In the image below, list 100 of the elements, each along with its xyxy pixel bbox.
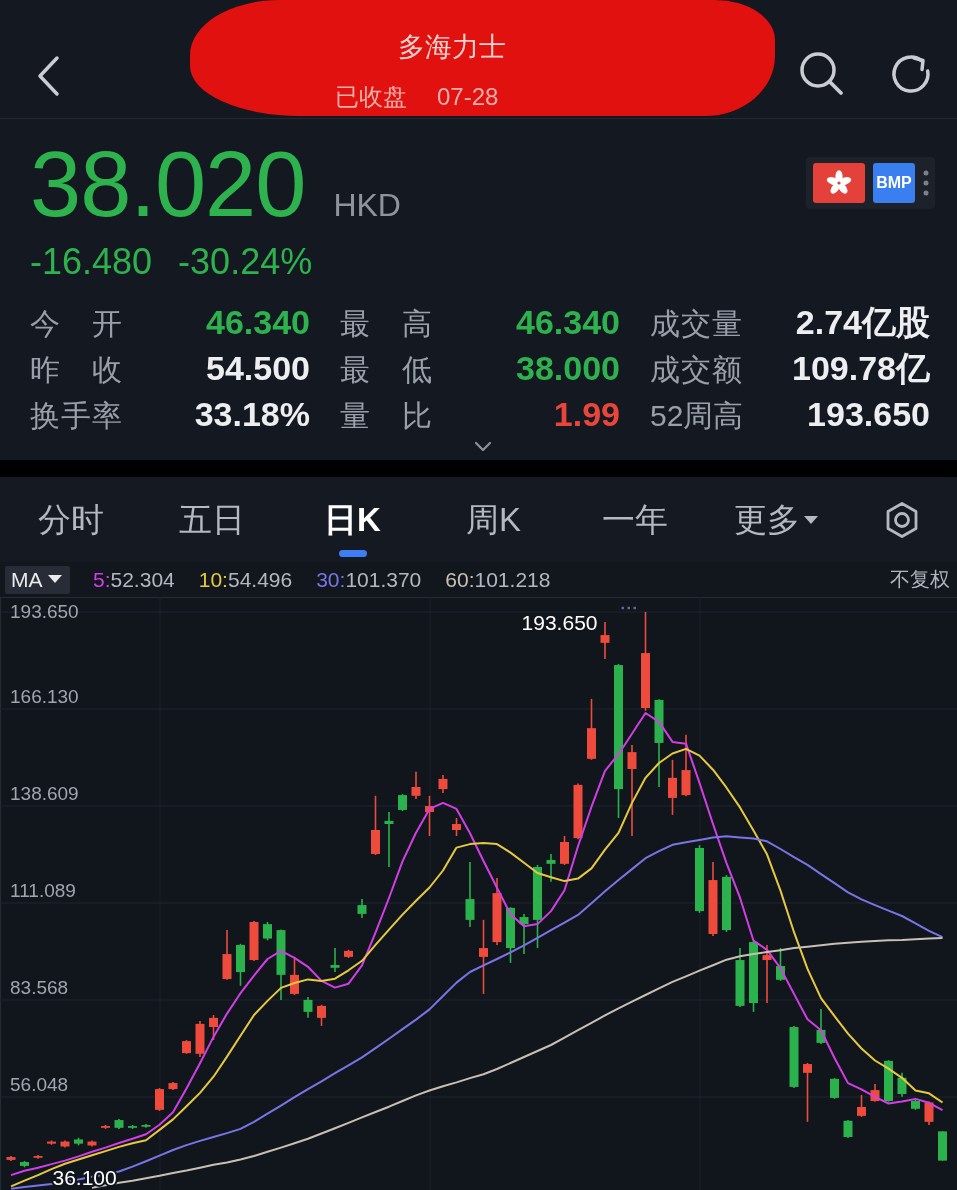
stat-label: 量 比 xyxy=(340,398,432,434)
candlestick xyxy=(438,774,448,794)
candlestick xyxy=(425,795,434,837)
candlestick xyxy=(317,1004,326,1027)
flag-icon xyxy=(813,163,865,203)
ma-legend-item: 5:52.304 xyxy=(93,567,175,592)
more-icon[interactable] xyxy=(923,169,929,197)
candlestick xyxy=(600,621,610,660)
candlestick xyxy=(776,947,785,982)
candlestick xyxy=(20,1160,29,1169)
candlestick xyxy=(897,1072,907,1098)
candlestick xyxy=(735,947,745,1008)
candlestick xyxy=(128,1124,137,1130)
search-icon[interactable] xyxy=(798,50,844,96)
candlestick xyxy=(668,759,677,816)
candlestick xyxy=(816,1008,826,1045)
candlestick xyxy=(857,1094,866,1118)
candlestick xyxy=(519,913,529,955)
candlestick xyxy=(60,1139,70,1149)
stat-value: 2.74亿股 xyxy=(795,302,930,343)
candlestick xyxy=(344,949,353,959)
candlestick xyxy=(182,1039,191,1055)
candlestick xyxy=(884,1059,893,1103)
candlestick xyxy=(47,1139,56,1146)
stat-value: 38.000 xyxy=(516,348,620,389)
stat-label: 今 开 xyxy=(30,306,122,342)
leader-line xyxy=(621,606,637,610)
stat-value: 46.340 xyxy=(516,302,620,343)
candlestick xyxy=(789,1025,799,1089)
ma-legend-item: 30:101.370 xyxy=(316,567,422,592)
candlestick xyxy=(843,1119,853,1139)
candlestick xyxy=(830,1077,839,1100)
stat-label: 最 高 xyxy=(340,306,432,342)
stat-value: 33.18% xyxy=(194,394,310,435)
quote-badge: BMP xyxy=(873,163,915,203)
back-icon[interactable] xyxy=(35,55,61,97)
candlestick xyxy=(303,996,313,1019)
candlestick xyxy=(74,1136,83,1147)
candlestick xyxy=(141,1123,151,1129)
more-menu-button[interactable]: 更多 xyxy=(705,477,846,562)
candlestick xyxy=(209,1014,218,1041)
caret-icon xyxy=(47,575,62,584)
currency-label: HKD xyxy=(333,187,401,224)
caret-icon xyxy=(803,515,818,525)
candlestick xyxy=(465,861,475,928)
candlestick xyxy=(681,734,691,797)
candlestick xyxy=(911,1099,920,1111)
candlestick xyxy=(587,698,596,761)
candlestick xyxy=(263,921,272,942)
stat-label: 成交量 xyxy=(650,306,742,342)
candlestick xyxy=(492,877,502,946)
candlestick xyxy=(938,1130,947,1162)
chart-tab[interactable]: 五日 xyxy=(141,477,282,562)
chart-tab[interactable]: 周K xyxy=(423,477,564,562)
chart-tab[interactable]: 日K xyxy=(282,477,423,562)
stat-label: 成交额 xyxy=(650,352,742,388)
candlestick xyxy=(330,947,340,973)
y-axis-label: 111.089 xyxy=(10,880,76,901)
candlestick xyxy=(560,835,569,866)
candlestick xyxy=(924,1100,934,1126)
candlestick xyxy=(101,1124,110,1130)
candlestick xyxy=(398,793,407,812)
stat-value: 193.650 xyxy=(807,394,930,435)
candlestick xyxy=(695,844,704,914)
y-axis-label: 56.048 xyxy=(10,1074,69,1095)
chart-tab[interactable]: 一年 xyxy=(564,477,705,562)
candlestick xyxy=(870,1083,880,1103)
stat-label: 52周高 xyxy=(650,398,744,434)
price-change: -16.480 xyxy=(30,240,153,283)
stat-value: 46.340 xyxy=(206,302,310,343)
expand-icon[interactable] xyxy=(473,441,492,452)
candlestick xyxy=(452,817,461,837)
ma-legend-item: 60:101.218 xyxy=(445,567,551,592)
high-price-label: 193.650 xyxy=(521,611,598,634)
candlestick xyxy=(506,906,515,964)
y-axis-label: 138.609 xyxy=(10,783,79,804)
y-axis-label: 83.568 xyxy=(10,977,69,998)
candlestick xyxy=(249,920,259,962)
market-status: 已收盘 xyxy=(335,83,407,111)
candlestick xyxy=(546,853,556,883)
candlestick xyxy=(411,771,421,800)
candlestick xyxy=(762,944,772,1004)
price-adjustment-toggle[interactable]: 不复权 xyxy=(890,566,950,593)
candlestick xyxy=(357,898,367,919)
candlestick xyxy=(236,943,245,987)
stock-title: 多海力士 xyxy=(398,31,506,63)
stat-label: 换手率 xyxy=(30,398,122,434)
percent-change: -30.24% xyxy=(178,240,313,283)
y-axis-label: 166.130 xyxy=(10,686,79,707)
indicator-dropdown[interactable]: MA xyxy=(5,565,70,594)
stat-value: 1.99 xyxy=(553,394,620,435)
chart-tab[interactable]: 分时 xyxy=(0,477,141,562)
stat-value: 109.78亿 xyxy=(792,348,930,389)
candlestick xyxy=(290,956,299,996)
y-axis-label: 193.650 xyxy=(10,601,79,622)
candlestick xyxy=(168,1081,178,1091)
candlestick xyxy=(803,1062,812,1123)
stat-label: 昨 收 xyxy=(30,352,122,388)
candlestick xyxy=(573,782,583,840)
candlestick xyxy=(222,929,232,981)
